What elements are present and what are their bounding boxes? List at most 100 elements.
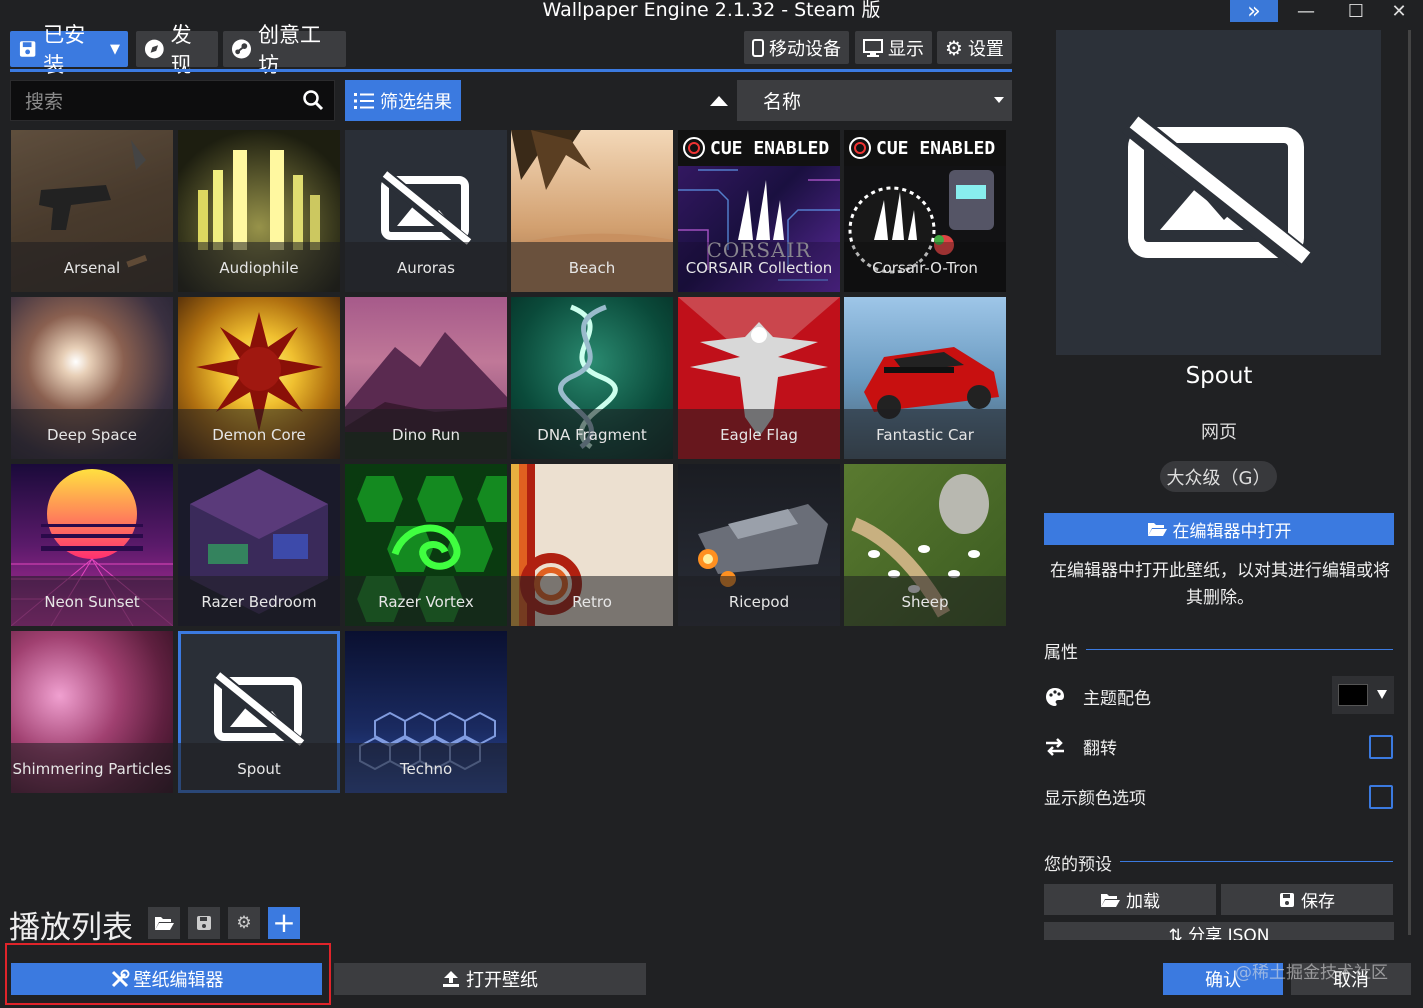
wallpaper-title: DNA Fragment [511, 409, 673, 459]
no-preview-icon [1121, 111, 1313, 273]
display-button[interactable]: 显示 [855, 31, 932, 64]
minimize-button[interactable]: — [1282, 0, 1330, 22]
wallpaper-tile[interactable]: Deep Space [11, 297, 173, 459]
wallpaper-tile[interactable]: Demon Core [178, 297, 340, 459]
open-in-editor-button[interactable]: 在编辑器中打开 [1044, 513, 1394, 545]
share-json-label: 分享 JSON [1188, 926, 1270, 940]
wallpaper-tile[interactable]: Fantastic Car [844, 297, 1006, 459]
close-button[interactable]: ✕ [1375, 0, 1423, 22]
wallpaper-tile[interactable]: Sheep [844, 464, 1006, 626]
wallpaper-tile[interactable]: Audiophile [178, 130, 340, 292]
wallpaper-tile[interactable]: Razer Bedroom [178, 464, 340, 626]
watermark: @稀土掘金技术社区 [1235, 963, 1388, 983]
window-title: Wallpaper Engine 2.1.32 - Steam 版 [542, 0, 881, 21]
cue-badge: CUE ENABLED [682, 136, 836, 160]
wallpaper-title: Shimmering Particles [11, 743, 173, 793]
open-wallpaper-label: 打开壁纸 [466, 970, 538, 991]
monitor-icon [863, 38, 883, 57]
chevron-down-icon: ▼ [110, 41, 120, 57]
wallpaper-title: Auroras [345, 242, 507, 292]
wallpaper-tile[interactable]: Beach [511, 130, 673, 292]
swap-arrows-icon [1046, 737, 1064, 756]
properties-heading: 属性 [1044, 643, 1078, 663]
mobile-device-label: 移动设备 [769, 38, 841, 60]
flip-label: 翻转 [1083, 739, 1117, 759]
expand-panel-icon[interactable]: » [1230, 0, 1278, 24]
show-color-options-checkbox[interactable] [1369, 785, 1393, 809]
theme-color-picker[interactable] [1332, 676, 1394, 714]
wallpaper-title: Deep Space [11, 409, 173, 459]
editor-description: 在编辑器中打开此壁纸，以对其进行编辑或将其删除。 [1050, 561, 1390, 608]
wallpaper-title: Retro [511, 576, 673, 626]
icue-logo-icon [683, 137, 705, 159]
wallpaper-tile[interactable]: CUE ENABLED Corsair-O-Tron [844, 130, 1006, 292]
sort-selected: 名称 [763, 91, 802, 113]
list-filter-icon [354, 92, 374, 109]
upload-icon [443, 971, 459, 987]
wallpaper-title: Razer Vortex [345, 576, 507, 626]
cue-badge: CUE ENABLED [848, 136, 1002, 160]
rating-badge: 大众级（G） [1160, 461, 1277, 492]
preset-load-button[interactable]: 加载 [1044, 884, 1216, 915]
sort-select[interactable]: 名称 [737, 80, 1012, 121]
show-color-options-row: 显示颜色选项 [1044, 784, 1146, 809]
cue-badge-text: CUE ENABLED [876, 137, 996, 159]
wallpaper-tile[interactable]: Eagle Flag [678, 297, 840, 459]
flip-checkbox[interactable] [1369, 735, 1393, 759]
highlight-box [5, 943, 331, 1005]
mobile-device-button[interactable]: 移动设备 [744, 31, 849, 64]
properties-divider [1086, 649, 1393, 650]
playlist-open-button[interactable] [148, 907, 180, 939]
wallpaper-title: Audiophile [178, 242, 340, 292]
theme-color-label: 主题配色 [1083, 689, 1151, 709]
tab-discover[interactable]: 发现 [136, 23, 218, 77]
search-icon[interactable] [302, 89, 324, 111]
wallpaper-title: Demon Core [178, 409, 340, 459]
playlist-add-button[interactable]: + [268, 907, 300, 939]
playlist-settings-button[interactable]: ⚙ [228, 907, 260, 939]
share-json-button[interactable]: ⇅ 分享 JSON [1044, 922, 1394, 940]
theme-color-row: 主题配色 [1044, 684, 1151, 709]
show-color-options-label: 显示颜色选项 [1044, 789, 1146, 809]
wallpaper-title: Razer Bedroom [178, 576, 340, 626]
chevron-down-icon [1377, 690, 1387, 699]
wallpaper-tile[interactable]: DNA Fragment [511, 297, 673, 459]
open-wallpaper-button[interactable]: 打开壁纸 [334, 963, 646, 995]
sort-ascending-icon[interactable] [710, 96, 728, 106]
icue-logo-icon [849, 137, 871, 159]
maximize-button[interactable]: ☐ [1332, 0, 1380, 22]
gear-icon: ⚙ [945, 35, 963, 60]
wallpaper-tile[interactable]: Ricepod [678, 464, 840, 626]
display-label: 显示 [888, 38, 924, 60]
wallpaper-tile[interactable]: Retro [511, 464, 673, 626]
wallpaper-tile[interactable]: Techno [345, 631, 507, 793]
filter-results-button[interactable]: 筛选结果 [345, 80, 461, 121]
tab-installed[interactable]: 已安装 ▼ [10, 23, 128, 77]
wallpaper-tile[interactable]: Dino Run [345, 297, 507, 459]
wallpaper-title: Corsair-O-Tron [844, 242, 1006, 292]
wallpaper-title: Techno [345, 743, 507, 793]
search-placeholder: 搜索 [25, 91, 64, 113]
playlist-save-button[interactable] [188, 907, 220, 939]
folder-open-icon [155, 917, 174, 930]
search-input[interactable]: 搜索 [10, 80, 335, 121]
wallpaper-name: Spout [1185, 363, 1253, 389]
wallpaper-tile-selected[interactable]: Spout [178, 631, 340, 793]
wallpaper-tile[interactable]: Razer Vortex [345, 464, 507, 626]
wallpaper-title: Spout [178, 743, 340, 793]
playlist-title: 播放列表 [9, 910, 133, 946]
save-icon [19, 41, 36, 57]
wallpaper-tile[interactable]: Neon Sunset [11, 464, 173, 626]
wallpaper-tile[interactable]: CUE ENABLED CORSAIR CORSAIR Collection [678, 130, 840, 292]
wallpaper-tile[interactable]: Arsenal [11, 130, 173, 292]
settings-label: 设置 [967, 38, 1004, 60]
wallpaper-type: 网页 [1201, 422, 1237, 443]
settings-button[interactable]: ⚙ 设置 [937, 31, 1012, 64]
preset-save-button[interactable]: 保存 [1221, 884, 1393, 915]
wallpaper-tile[interactable]: Auroras [345, 130, 507, 292]
wallpaper-tile[interactable]: Shimmering Particles [11, 631, 173, 793]
details-scrollbar[interactable] [1408, 30, 1411, 935]
open-in-editor-label: 在编辑器中打开 [1172, 521, 1292, 542]
tab-workshop[interactable]: 创意工坊 [223, 23, 346, 77]
wallpaper-title: Arsenal [11, 242, 173, 292]
